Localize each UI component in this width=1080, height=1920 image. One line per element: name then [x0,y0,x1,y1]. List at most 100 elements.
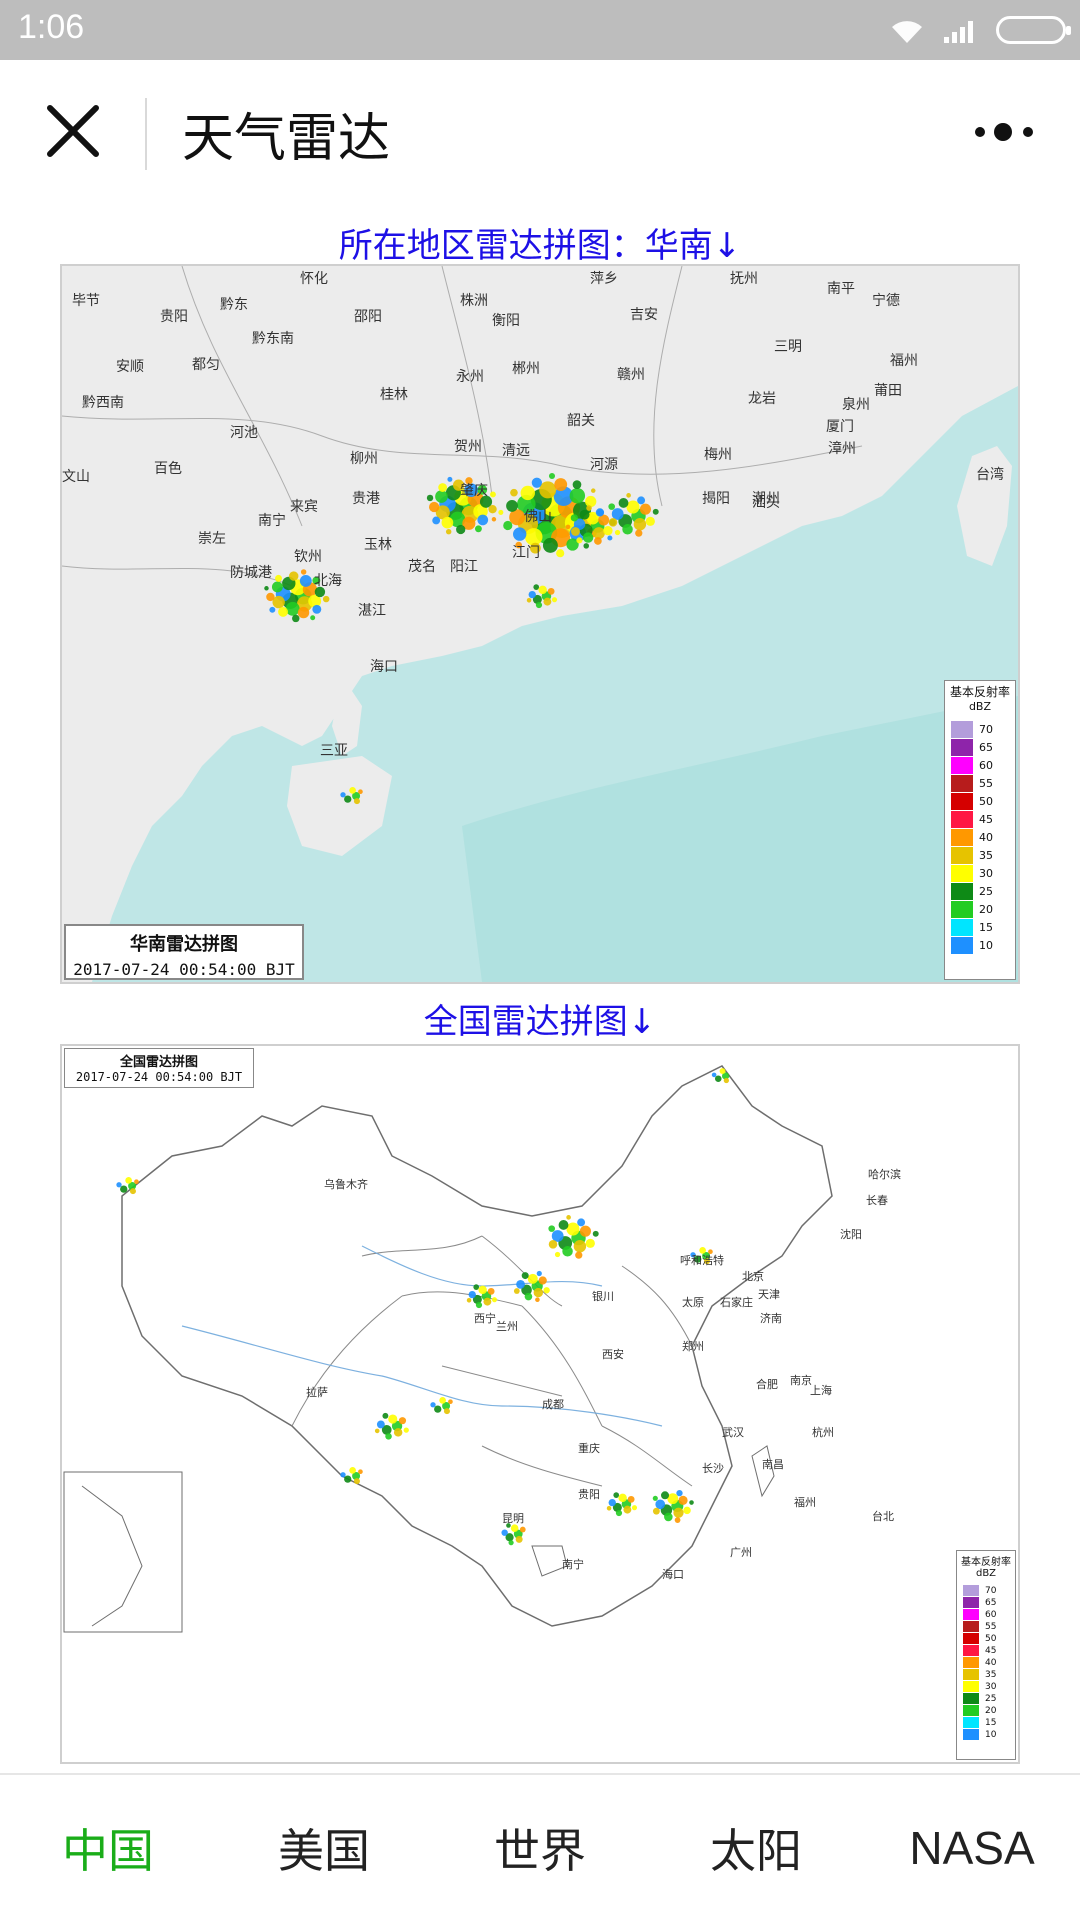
radar-echo [547,587,555,595]
radar-echo [536,1270,542,1277]
city-label: 南宁 [258,513,286,529]
legend-swatch [963,1597,979,1608]
nav-tab-usa[interactable]: 美国 [216,1775,432,1920]
regional-legend-scale: 70 65 60 55 50 45 40 35 30 25 20 15 10 [945,721,1015,954]
radar-echo [590,488,596,493]
signal-icon [944,21,973,43]
national-radar-link[interactable]: 全国雷达拼图↓ [0,994,1080,1043]
legend-row: 10 [963,1729,1015,1740]
radar-echo [508,1540,514,1546]
radar-echo [585,1238,595,1248]
legend-row: 70 [963,1585,1015,1596]
radar-echo [292,614,300,623]
city-label: 柳州 [350,451,378,467]
city-label: 防城港 [230,565,272,581]
radar-echo [477,514,489,526]
radar-echo [489,491,496,498]
radar-echo [576,537,583,544]
city-label: 三明 [774,339,802,355]
city-label: 玉林 [364,537,392,553]
legend-swatch [963,1693,979,1704]
radar-echo [667,1493,679,1505]
radar-echo [538,585,547,595]
city-label: 河池 [230,425,258,441]
radar-echo [554,1251,561,1258]
city-label: 石家庄 [720,1296,753,1309]
legend-swatch [951,757,973,774]
legend-swatch [963,1729,979,1740]
radar-echo [506,500,518,512]
radar-echo [592,1230,599,1237]
radar-echo [594,537,602,545]
legend-row: 65 [963,1597,1015,1608]
nav-tab-world[interactable]: 世界 [432,1775,648,1920]
regional-radar-link[interactable]: 所在地区雷达拼图：华南↓ [0,218,1080,267]
radar-echo [582,532,594,543]
regional-map-legend: 基本反射率 dBZ 70 65 60 55 50 45 40 35 30 25 20 15 10 [944,680,1016,980]
radar-echo [516,1279,525,1289]
radar-echo [548,472,556,480]
radar-echo [678,1495,688,1505]
city-label: 广州 [730,1546,752,1559]
radar-echo [448,1399,453,1405]
radar-echo [719,1068,726,1075]
legend-value: 30 [979,867,993,880]
radar-echo [535,601,543,609]
radar-echo [488,505,497,514]
more-options-icon[interactable] [970,112,1040,152]
radar-echo [543,1287,550,1294]
title-divider [145,98,147,170]
radar-echo [266,592,275,602]
nav-tab-nasa[interactable]: NASA [864,1775,1080,1920]
national-radar-map[interactable]: 乌鲁木齐 哈尔滨 长春 沈阳 呼和浩特 北京 天津 银川 太原 石家庄 西宁 兰州 济南 西安 郑州 合肥 南京… [60,1044,1020,1764]
radar-echo [575,1251,583,1259]
city-label: 梅州 [704,447,732,463]
radar-echo [435,490,448,503]
city-label: 呼和浩特 [680,1254,724,1267]
city-label: 泉州 [842,397,870,413]
content-area[interactable]: 所在地区雷达拼图：华南↓ 毕节 怀化 株洲 萍乡 抚州 南平 宁德 贵阳 黔东 … [0,208,1080,1773]
regional-caption-time: 2017-07-24 00:54:00 BJT [73,960,295,979]
radar-echo [661,1491,670,1500]
legend-row: 50 [963,1633,1015,1644]
regional-radar-map[interactable]: 毕节 怀化 株洲 萍乡 抚州 南平 宁德 贵阳 黔东 邵阳 衡阳 吉安 三明 福州 安顺 都匀 黔东南 永州 郴州 赣… [60,264,1020,984]
legend-row: 35 [963,1669,1015,1680]
national-map-legend: 基本反射率 dBZ 70 65 60 55 50 45 40 35 30 25 20 15 10 [956,1550,1016,1760]
city-label: 合肥 [756,1378,778,1391]
legend-swatch [951,721,973,738]
radar-echo [447,476,453,482]
radar-echo [572,480,582,489]
city-label: 永州 [456,369,484,385]
close-icon[interactable] [42,100,104,162]
city-label: 黔西南 [82,395,124,411]
radar-echo [676,1490,683,1497]
radar-echo [125,1177,132,1184]
radar-echo [358,789,363,795]
radar-echo [393,1428,403,1437]
radar-echo [513,1288,520,1294]
legend-value: 55 [985,1621,997,1632]
legend-value: 25 [979,885,993,898]
radar-echo [491,1297,498,1303]
nav-tab-china[interactable]: 中国 [0,1775,216,1920]
radar-echo [603,525,613,536]
legend-row: 15 [963,1717,1015,1728]
radar-echo [349,787,356,794]
national-legend-title: 基本反射率 [961,1557,1011,1568]
radar-echo [520,485,535,501]
wifi-icon [892,21,922,43]
radar-echo [689,1500,694,1505]
radar-echo [615,1509,623,1517]
radar-echo [478,1285,487,1295]
city-label: 漳州 [828,441,856,457]
nav-tab-sun[interactable]: 太阳 [648,1775,864,1920]
radar-echo [655,1499,666,1510]
legend-swatch [963,1609,979,1620]
legend-swatch [951,829,973,846]
radar-echo [398,1417,407,1425]
radar-echo [683,1506,691,1515]
city-label: 贵阳 [160,309,188,325]
radar-echo [340,1472,346,1478]
city-label: 三亚 [320,743,348,759]
radar-echo [585,495,597,508]
